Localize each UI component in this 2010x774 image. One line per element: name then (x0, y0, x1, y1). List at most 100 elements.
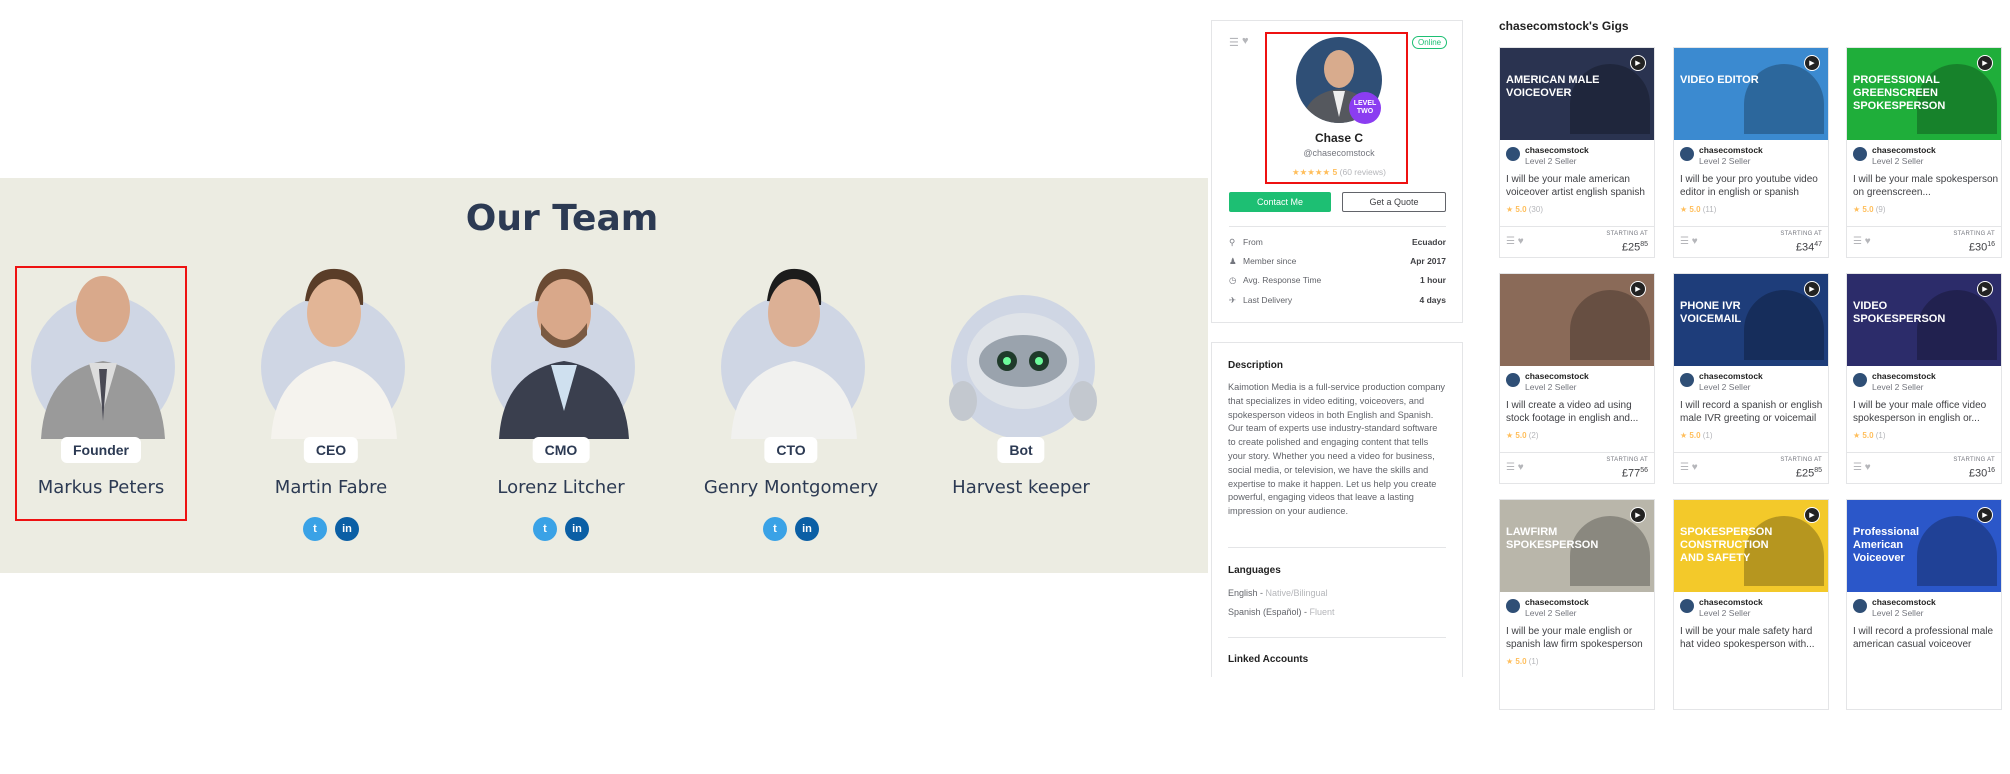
twitter-icon[interactable]: t (533, 517, 557, 541)
seller-avatar[interactable] (1680, 373, 1694, 387)
gig-seller-name[interactable]: chasecomstock (1872, 371, 1936, 381)
play-icon[interactable]: ▶ (1977, 55, 1993, 71)
gig-card[interactable]: VIDEO SPOKESPERSON ▶ chasecomstock Level 2 … (1846, 273, 2002, 484)
gig-title[interactable]: I will record a spanish or english male … (1680, 399, 1826, 425)
gig-card[interactable]: SPOKESPERSON CONSTRUCTION AND SAFETY ▶ cha… (1673, 499, 1829, 710)
gig-thumbnail[interactable]: VIDEO SPOKESPERSON ▶ (1847, 274, 2001, 366)
seller-avatar[interactable] (1506, 147, 1520, 161)
thumbnail-caption: PHONE IVR VOICEMAIL (1680, 300, 1742, 325)
member-name: Lorenz Litcher (497, 477, 625, 498)
play-icon[interactable]: ▶ (1630, 281, 1646, 297)
gig-title[interactable]: I will be your male english or spanish l… (1506, 625, 1652, 651)
stat-response-time: ◷ Avg. Response Time 1 hour (1229, 275, 1446, 289)
gig-title[interactable]: I will be your pro youtube video editor … (1680, 173, 1826, 199)
seller-avatar[interactable] (1853, 373, 1867, 387)
gig-thumbnail[interactable]: VIDEO EDITOR ▶ (1674, 48, 1828, 140)
gig-seller-name[interactable]: chasecomstock (1872, 145, 1936, 155)
thumbnail-caption: PROFESSIONAL GREENSCREEN SPOKESPERSON (1853, 74, 1946, 112)
menu-icon[interactable]: ☰ (1229, 36, 1239, 49)
gig-rating-count: (1) (1702, 431, 1713, 440)
divider (1228, 547, 1446, 548)
gig-title[interactable]: I will create a video ad using stock foo… (1506, 399, 1652, 425)
gig-rating: ★ 5.0 (1) (1506, 657, 1539, 666)
stat-label: Member since (1243, 256, 1297, 266)
play-icon[interactable]: ▶ (1804, 507, 1820, 523)
thumbnail-caption: SPOKESPERSON CONSTRUCTION AND SAFETY (1680, 526, 1773, 564)
starting-at-label: STARTING AT (1953, 231, 1995, 237)
gig-card[interactable]: Professional American Voiceover ▶ chasecom… (1846, 499, 2002, 710)
gig-title[interactable]: I will be your male american voiceover a… (1506, 173, 1652, 199)
gig-rating-value: 5.0 (1689, 205, 1701, 214)
seller-avatar[interactable] (1680, 599, 1694, 613)
team-member-cmo: CMO Lorenz Litcher t in (476, 261, 646, 541)
menu-icon[interactable]: ☰ ♥ (1506, 236, 1524, 247)
gig-card[interactable]: VIDEO EDITOR ▶ chasecomstock Level 2 Seller… (1673, 47, 1829, 258)
stat-value: Apr 2017 (1410, 256, 1446, 266)
play-icon[interactable]: ▶ (1804, 281, 1820, 297)
gig-seller-name[interactable]: chasecomstock (1525, 145, 1589, 155)
gig-thumbnail[interactable]: LAWFIRM SPOKESPERSON ▶ (1500, 500, 1654, 592)
menu-icon[interactable]: ☰ ♥ (1506, 462, 1524, 473)
heart-icon[interactable]: ♥ (1242, 35, 1249, 47)
seller-avatar[interactable] (1853, 147, 1867, 161)
gig-rating-count: (9) (1875, 205, 1886, 214)
gig-title[interactable]: I will be your male office video spokesp… (1853, 399, 1999, 425)
gig-card[interactable]: AMERICAN MALE VOICEOVER ▶ chasecomstock Lev… (1499, 47, 1655, 258)
gig-thumbnail[interactable]: AMERICAN MALE VOICEOVER ▶ (1500, 48, 1654, 140)
seller-avatar[interactable] (1506, 599, 1520, 613)
price-cents: 56 (1640, 467, 1648, 474)
gig-seller-name[interactable]: chasecomstock (1525, 597, 1589, 607)
play-icon[interactable]: ▶ (1804, 55, 1820, 71)
gig-seller-name[interactable]: chasecomstock (1699, 371, 1763, 381)
menu-icon[interactable]: ☰ ♥ (1853, 236, 1871, 247)
gig-title[interactable]: I will be your male spokesperson on gree… (1853, 173, 1999, 199)
price-cents: 16 (1987, 467, 1995, 474)
twitter-icon[interactable]: t (763, 517, 787, 541)
gig-card[interactable]: LAWFIRM SPOKESPERSON ▶ chasecomstock Level … (1499, 499, 1655, 710)
member-photo (491, 261, 635, 439)
seller-avatar[interactable] (1506, 373, 1520, 387)
menu-icon[interactable]: ☰ ♥ (1680, 236, 1698, 247)
stat-label: From (1243, 237, 1263, 247)
gig-seller-name[interactable]: chasecomstock (1525, 371, 1589, 381)
gig-seller-name[interactable]: chasecomstock (1699, 145, 1763, 155)
send-icon: ✈ (1229, 295, 1237, 305)
seller-avatar[interactable] (1680, 147, 1694, 161)
linkedin-icon[interactable]: in (565, 517, 589, 541)
seller-avatar[interactable] (1853, 599, 1867, 613)
gig-thumbnail[interactable]: Professional American Voiceover ▶ (1847, 500, 2001, 592)
gig-thumbnail[interactable]: ▶ (1500, 274, 1654, 366)
play-icon[interactable]: ▶ (1630, 507, 1646, 523)
gig-card[interactable]: ▶ chasecomstock Level 2 Seller I will creat… (1499, 273, 1655, 484)
gig-title[interactable]: I will record a professional male americ… (1853, 625, 1999, 651)
linkedin-icon[interactable]: in (335, 517, 359, 541)
gig-footer: ☰ ♥ STARTING AT £3016 (1847, 452, 2001, 484)
gig-seller-name[interactable]: chasecomstock (1699, 597, 1763, 607)
play-icon[interactable]: ▶ (1977, 507, 1993, 523)
gig-seller-name[interactable]: chasecomstock (1872, 597, 1936, 607)
gig-seller-level: Level 2 Seller (1699, 382, 1751, 392)
gig-seller-level: Level 2 Seller (1525, 382, 1577, 392)
team-member-ceo: CEO Martin Fabre t in (246, 261, 416, 541)
menu-icon[interactable]: ☰ ♥ (1853, 462, 1871, 473)
menu-icon[interactable]: ☰ ♥ (1680, 462, 1698, 473)
gig-thumbnail[interactable]: SPOKESPERSON CONSTRUCTION AND SAFETY ▶ (1674, 500, 1828, 592)
play-icon[interactable]: ▶ (1630, 55, 1646, 71)
play-icon[interactable]: ▶ (1977, 281, 1993, 297)
get-quote-button[interactable]: Get a Quote (1342, 192, 1446, 212)
gig-card[interactable]: PROFESSIONAL GREENSCREEN SPOKESPERSON ▶ ch… (1846, 47, 2002, 258)
linkedin-icon[interactable]: in (795, 517, 819, 541)
price-amount: £34 (1795, 241, 1815, 254)
price-cents: 85 (1640, 241, 1648, 248)
gig-card[interactable]: PHONE IVR VOICEMAIL ▶ chasecomstock Level 2… (1673, 273, 1829, 484)
contact-me-button[interactable]: Contact Me (1229, 192, 1331, 212)
gig-thumbnail[interactable]: PHONE IVR VOICEMAIL ▶ (1674, 274, 1828, 366)
team-member-bot: Bot Harvest keeper (936, 261, 1106, 516)
gig-footer: ☰ ♥ STARTING AT £2585 (1674, 452, 1828, 484)
gig-thumbnail[interactable]: PROFESSIONAL GREENSCREEN SPOKESPERSON ▶ (1847, 48, 2001, 140)
twitter-icon[interactable]: t (303, 517, 327, 541)
member-photo (949, 261, 1097, 439)
gig-rating-count: (1) (1528, 657, 1539, 666)
price-amount: £77 (1621, 467, 1641, 480)
gig-title[interactable]: I will be your male safety hard hat vide… (1680, 625, 1826, 651)
